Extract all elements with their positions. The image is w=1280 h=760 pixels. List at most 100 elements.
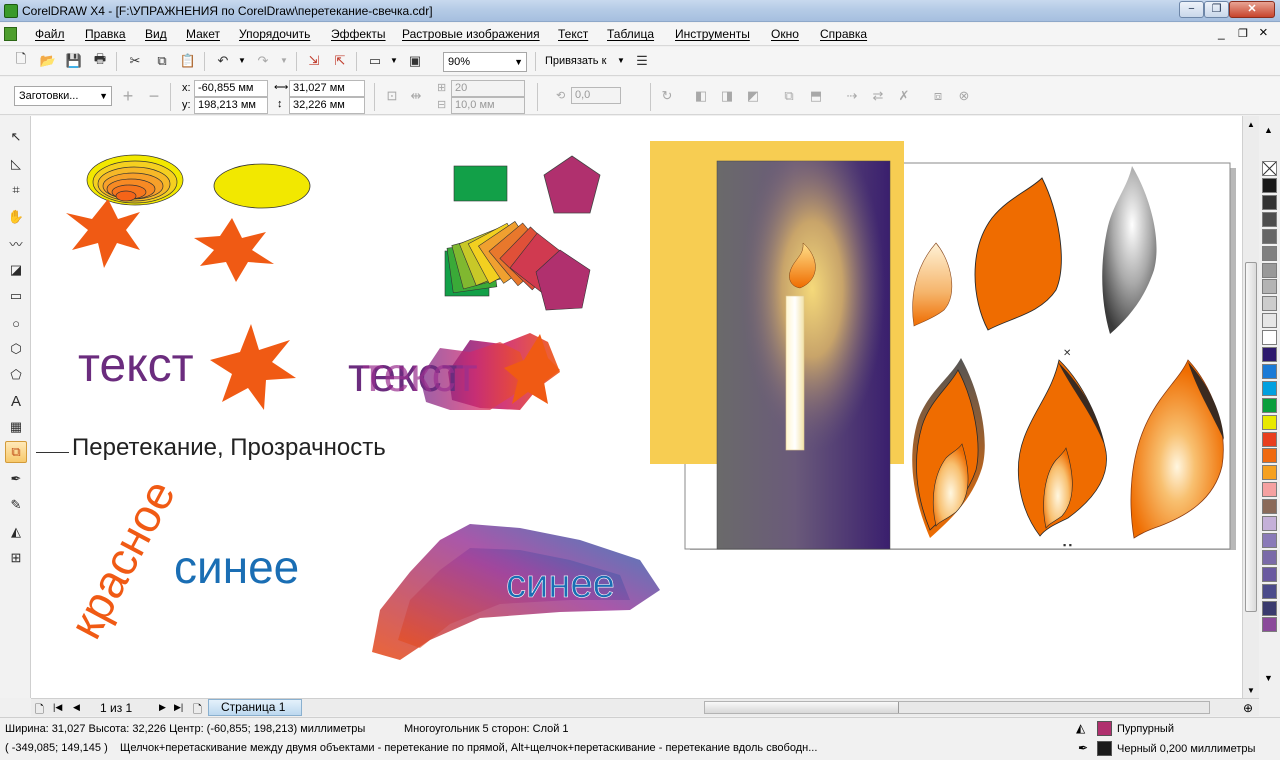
zoom-combo[interactable]: 90% ▼	[443, 52, 527, 72]
interactive-fill-tool[interactable]: ⊞	[5, 547, 27, 569]
rectangle-tool[interactable]: ▭	[5, 285, 27, 307]
object-color-button[interactable]: ◧	[690, 85, 712, 107]
menu-window[interactable]: Окно	[771, 27, 799, 41]
doc-restore-button[interactable]: ❐	[1238, 27, 1248, 40]
crop-tool[interactable]: ⌗	[5, 179, 27, 201]
text-krasnoe[interactable]: красное	[59, 471, 185, 646]
palette-swatch[interactable]	[1262, 431, 1277, 447]
smart-fill-tool[interactable]: ◪	[5, 259, 27, 281]
fill-tool[interactable]: ◭	[5, 521, 27, 543]
split-blend-button[interactable]: ✗	[893, 85, 915, 107]
palette-swatch[interactable]	[1262, 583, 1277, 599]
yellow-ellipse[interactable]	[213, 163, 311, 209]
document-icon[interactable]	[4, 27, 17, 41]
blend-steps-field[interactable]: 20	[451, 80, 525, 97]
menu-layout[interactable]: Макет	[186, 27, 220, 41]
text-tool[interactable]: A	[5, 390, 27, 412]
scroll-up-icon[interactable]: ▲	[1247, 120, 1255, 129]
drawing-artwork[interactable]: текст текст текст красное синее синее ✕ …	[31, 116, 1242, 698]
snap-to-label[interactable]: Привязать к	[545, 55, 606, 67]
palette-swatch[interactable]	[1262, 532, 1277, 548]
text-sinee[interactable]: синее	[174, 541, 299, 593]
orange-star-large[interactable]	[210, 324, 296, 410]
zoom-navigator-icon[interactable]: ⊕	[1243, 701, 1253, 715]
clone-blend-button[interactable]: ⇄	[867, 85, 889, 107]
print-button[interactable]: 🖶	[89, 50, 111, 72]
shape-tool[interactable]: ◺	[5, 153, 27, 175]
menu-view[interactable]: Вид	[145, 27, 167, 41]
redo-dropdown-icon[interactable]: ▼	[280, 56, 288, 65]
table-tool[interactable]: ▦	[5, 416, 27, 438]
fill-color-swatch[interactable]	[1097, 721, 1112, 736]
cut-button[interactable]: ✂	[124, 50, 146, 72]
palette-swatch[interactable]	[1262, 380, 1277, 396]
loop-blend-button[interactable]: ↻	[656, 85, 678, 107]
candle-composition[interactable]: ✕ ▪ ▪	[650, 141, 1236, 550]
application-launcher-button[interactable]: ▭	[364, 50, 386, 72]
snap-dropdown-icon[interactable]: ▼	[617, 56, 625, 65]
restore-button[interactable]: ❐	[1204, 1, 1229, 18]
menu-arrange[interactable]: Упорядочить	[239, 27, 310, 41]
add-preset-button[interactable]: +	[117, 85, 139, 107]
pick-tool[interactable]: ↖	[5, 126, 27, 148]
palette-swatch[interactable]	[1262, 296, 1277, 312]
palette-scroll-down-icon[interactable]: ▼	[1264, 673, 1273, 683]
blend-offset-field[interactable]: 10,0 мм	[451, 97, 525, 114]
save-button[interactable]: 💾	[63, 50, 85, 72]
text-star-blend[interactable]: текст текст	[348, 333, 560, 410]
palette-swatch[interactable]	[1262, 482, 1277, 498]
palette-swatch[interactable]	[1262, 330, 1277, 346]
menu-bitmaps[interactable]: Растровые изображения	[402, 27, 540, 41]
interactive-blend-tool[interactable]: ⧉	[5, 441, 27, 463]
palette-scroll-up-icon[interactable]: ▲	[1264, 125, 1273, 135]
start-end-button[interactable]: ⧉	[778, 85, 800, 107]
palette-swatch[interactable]	[1262, 600, 1277, 616]
doc-close-button[interactable]: ×	[1259, 24, 1268, 41]
polygon-tool[interactable]: ⬡	[5, 338, 27, 360]
undo-button[interactable]: ↶	[212, 50, 234, 72]
launcher-dropdown-icon[interactable]: ▼	[390, 56, 398, 65]
undo-dropdown-icon[interactable]: ▼	[238, 56, 246, 65]
palette-swatch[interactable]	[1262, 194, 1277, 210]
drawing-canvas[interactable]: текст текст текст красное синее синее ✕ …	[31, 116, 1242, 698]
doc-minimize-button[interactable]: _	[1218, 26, 1225, 40]
copy-blend-properties-button[interactable]: ⧈	[927, 85, 949, 107]
page-tab[interactable]: Страница 1	[208, 699, 302, 716]
last-page-icon[interactable]: ▶|	[174, 702, 183, 713]
object-height-field[interactable]: 32,226 мм	[289, 97, 365, 114]
options-button[interactable]: ☰	[631, 50, 653, 72]
palette-swatch[interactable]	[1262, 566, 1277, 582]
next-page-icon[interactable]: ▶	[159, 702, 166, 713]
no-color-swatch[interactable]	[1262, 161, 1277, 176]
open-button[interactable]: 📂	[37, 50, 59, 72]
green-rectangle[interactable]	[453, 165, 508, 202]
x-position-field[interactable]: -60,855 мм	[194, 80, 268, 97]
palette-swatch[interactable]	[1262, 178, 1277, 193]
blend-path-button[interactable]: ◩	[742, 85, 764, 107]
close-button[interactable]: ✕	[1229, 1, 1275, 18]
menu-file[interactable]: Файл	[35, 27, 65, 41]
presets-combo[interactable]: Заготовки... ▼	[14, 86, 112, 106]
horizontal-scrollbar[interactable]	[704, 701, 1210, 714]
palette-swatch[interactable]	[1262, 617, 1277, 633]
palette-swatch[interactable]	[1262, 549, 1277, 565]
menu-table[interactable]: Таблица	[607, 27, 654, 41]
delete-preset-button[interactable]: −	[143, 85, 165, 107]
eyedropper-tool[interactable]: ✒	[5, 468, 27, 490]
object-width-field[interactable]: 31,027 мм	[289, 80, 365, 97]
menu-text[interactable]: Текст	[558, 27, 588, 41]
text-tekst[interactable]: текст	[78, 339, 194, 392]
copy-button[interactable]: ⧉	[151, 50, 173, 72]
blend-spacing-button[interactable]: ⇹	[405, 85, 427, 107]
orange-star[interactable]	[194, 218, 274, 282]
palette-swatch[interactable]	[1262, 516, 1277, 531]
first-page-icon[interactable]: |◀	[53, 702, 62, 713]
palette-swatch[interactable]	[1262, 347, 1277, 362]
minimize-button[interactable]: −	[1179, 1, 1204, 18]
blend-steps-button[interactable]: ⊡	[381, 85, 403, 107]
palette-swatch[interactable]	[1262, 228, 1277, 244]
magenta-pentagon[interactable]	[543, 155, 601, 214]
palette-swatch[interactable]	[1262, 414, 1277, 430]
palette-swatch[interactable]	[1262, 397, 1277, 413]
ellipse-tool[interactable]: ○	[5, 312, 27, 334]
